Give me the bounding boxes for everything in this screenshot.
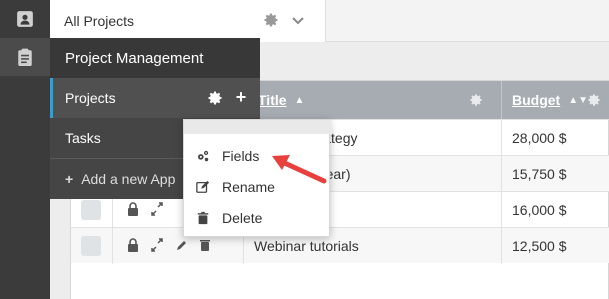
- sidebar-item-projects[interactable]: Projects +: [50, 78, 260, 118]
- top-bar: All Projects: [50, 0, 609, 42]
- chevron-down-icon[interactable]: [291, 13, 305, 27]
- row-budget: 15,750 $: [501, 156, 609, 192]
- project-select-value: All Projects: [64, 13, 135, 29]
- sidebar-item-label: Projects: [65, 90, 116, 106]
- expand-icon[interactable]: [151, 202, 163, 216]
- trash-icon[interactable]: [199, 238, 211, 252]
- plus-icon[interactable]: +: [233, 88, 249, 106]
- trash-icon: [197, 211, 209, 224]
- menu-item-delete[interactable]: Delete: [184, 202, 331, 233]
- sort-ascending-icon[interactable]: ▲: [295, 95, 305, 106]
- menu-item-label: Delete: [222, 209, 263, 226]
- column-settings-gear-icon[interactable]: [587, 93, 601, 107]
- row-budget: 12,500 $: [501, 228, 609, 264]
- panel-header: Project Management: [50, 38, 260, 78]
- sidebar-item-label: Tasks: [65, 130, 101, 146]
- lock-icon[interactable]: [127, 238, 139, 252]
- sort-icon[interactable]: ▲▼: [568, 95, 588, 106]
- column-title-label[interactable]: Title: [258, 92, 287, 108]
- row-checkbox[interactable]: [81, 236, 101, 256]
- column-budget-label[interactable]: Budget: [512, 92, 560, 108]
- row-checkbox[interactable]: [81, 200, 101, 220]
- cogs-icon: [198, 150, 209, 161]
- row-budget: 16,000 $: [501, 192, 609, 228]
- plus-icon: +: [65, 171, 74, 187]
- add-app-label: Add a new App: [81, 171, 176, 187]
- column-settings-gear-icon[interactable]: [469, 93, 483, 107]
- rail-item-projects[interactable]: [0, 38, 50, 76]
- gear-icon[interactable]: [207, 90, 223, 106]
- table-row[interactable]: Webinar tutorials 12,500 $: [71, 227, 609, 264]
- row-budget: 28,000 $: [501, 120, 609, 156]
- app-rail: [0, 0, 50, 299]
- lock-icon[interactable]: [127, 202, 139, 216]
- edit-icon: [196, 180, 210, 193]
- menu-item-label: Rename: [222, 178, 275, 195]
- rail-item-contacts[interactable]: [0, 0, 50, 38]
- project-select[interactable]: All Projects: [50, 0, 326, 42]
- contact-card-icon: [17, 11, 33, 27]
- edit-icon[interactable]: [175, 238, 187, 252]
- gear-icon[interactable]: [263, 12, 279, 28]
- annotation-arrow-icon: [272, 155, 327, 184]
- column-header-title[interactable]: Title ▲: [257, 81, 501, 119]
- menu-item-label: Fields: [222, 147, 260, 164]
- expand-icon[interactable]: [151, 238, 163, 252]
- clipboard-icon: [18, 48, 32, 66]
